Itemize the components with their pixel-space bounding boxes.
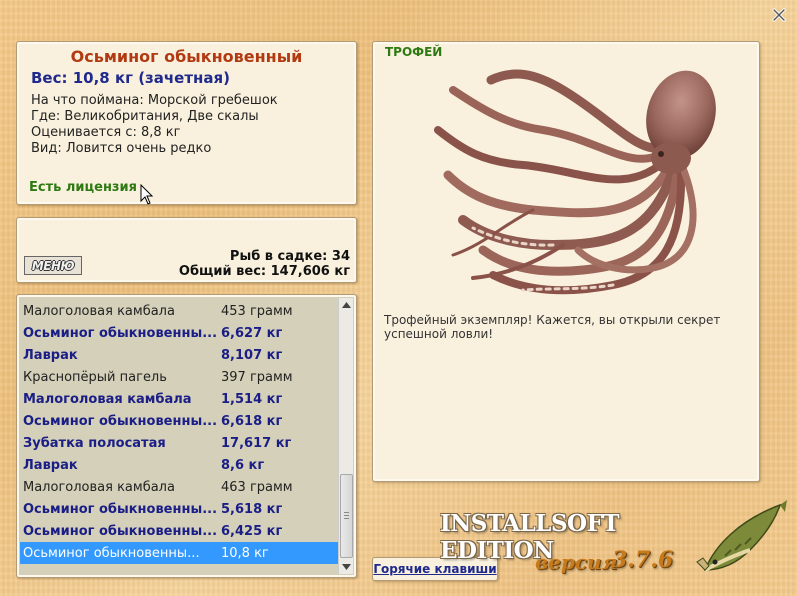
license-status[interactable]: Есть лицензия	[29, 180, 137, 195]
total-weight: Общий вес: 147,606 кг	[178, 264, 350, 279]
catch-fish-name: Малоголовая камбала	[23, 391, 192, 407]
scroll-up-button[interactable]	[339, 298, 354, 312]
mouse-cursor-icon	[140, 184, 154, 205]
location-info: Где: Великобритания, Две скалы	[31, 109, 259, 124]
catch-fish-weight: 5,618 кг	[221, 501, 283, 517]
scroll-down-button[interactable]	[339, 560, 354, 574]
catch-fish-weight: 10,8 кг	[221, 545, 269, 561]
catch-fish-weight: 6,425 кг	[221, 523, 283, 539]
fish-title: Осьминог обыкновенный	[70, 47, 303, 66]
catch-fish-name: Малоголовая камбала	[23, 303, 175, 319]
catch-list-row[interactable]: Осьминог обыкновенны... 6,425 кг	[20, 520, 338, 542]
catch-list-row[interactable]: Осьминог обыкновенны... 10,8 кг	[20, 542, 338, 564]
catch-list-row[interactable]: Осьминог обыкновенны... 6,618 кг	[20, 410, 338, 432]
catch-list-row[interactable]: Малоголовая камбала 453 грамм	[20, 300, 338, 322]
trophy-panel: ТРОФЕЙ Трофейный экземпляр! Кажется, вы …	[372, 41, 760, 482]
fish-weight: Вес: 10,8 кг (зачетная)	[31, 69, 231, 87]
catch-fish-weight: 453 грамм	[221, 303, 293, 319]
trophy-message: Трофейный экземпляр! Кажется, вы открыли…	[384, 313, 721, 341]
bait-info: На что поймана: Морской гребешок	[31, 93, 278, 108]
catch-fish-weight: 8,107 кг	[221, 347, 283, 363]
arrow-up-icon	[342, 302, 351, 308]
menu-button[interactable]: МЕНЮ	[24, 256, 82, 275]
valued-from-info: Оценивается с: 8,8 кг	[31, 125, 181, 140]
catch-list[interactable]: Малоголовая камбала 453 грамм Осьминог обы…	[16, 294, 357, 578]
catch-fish-name: Зубатка полосатая	[23, 435, 166, 451]
catch-list-row[interactable]: Зубатка полосатая 17,617 кг	[20, 432, 338, 454]
close-button[interactable]	[768, 4, 790, 26]
catch-list-row[interactable]: Лаврак 8,6 кг	[20, 454, 338, 476]
arrow-down-icon	[342, 564, 351, 570]
catch-fish-name: Осьминог обыкновенны...	[23, 325, 218, 341]
catch-fish-name: Краснопёрый пагель	[23, 369, 167, 385]
version-number: 3.7.6	[612, 547, 674, 573]
version-prefix: версия	[535, 550, 618, 574]
catch-list-row[interactable]: Малоголовая камбала 1,514 кг	[20, 388, 338, 410]
catch-fish-weight: 6,618 кг	[221, 413, 283, 429]
catch-list-row[interactable]: Малоголовая камбала 463 грамм	[20, 476, 338, 498]
catch-fish-weight: 8,6 кг	[221, 457, 265, 473]
close-icon	[772, 8, 786, 22]
catch-stats-panel: МЕНЮ Рыб в садке: 34 Общий вес: 147,606 …	[16, 217, 357, 283]
catch-fish-name: Осьминог обыкновенны...	[23, 413, 218, 429]
catch-fish-weight: 397 грамм	[221, 369, 293, 385]
catch-fish-name: Осьминог обыкновенны...	[23, 501, 218, 517]
catch-list-rows: Малоголовая камбала 453 грамм Осьминог обы…	[20, 300, 338, 564]
catch-fish-name: Лаврак	[23, 457, 78, 473]
catch-list-row[interactable]: Осьминог обыкновенны... 6,627 кг	[20, 322, 338, 344]
catch-fish-name: Лаврак	[23, 347, 78, 363]
catch-list-row[interactable]: Осьминог обыкновенны... 5,618 кг	[20, 498, 338, 520]
pike-fish-icon	[696, 500, 787, 572]
scroll-thumb[interactable]	[340, 474, 353, 558]
list-scrollbar[interactable]	[338, 298, 353, 574]
catch-fish-weight: 17,617 кг	[221, 435, 292, 451]
catch-fish-weight: 1,514 кг	[221, 391, 283, 407]
catch-fish-weight: 6,627 кг	[221, 325, 283, 341]
fish-info-panel: Осьминог обыкновенный Вес: 10,8 кг (заче…	[16, 41, 357, 205]
catch-fish-name: Осьминог обыкновенны...	[23, 523, 218, 539]
catch-list-row[interactable]: Краснопёрый пагель 397 грамм	[20, 366, 338, 388]
catch-fish-name: Малоголовая камбала	[23, 479, 175, 495]
octopus-image	[434, 69, 716, 295]
catch-fish-weight: 463 грамм	[221, 479, 293, 495]
catch-fish-name: Осьминог обыкновенны...	[23, 545, 200, 561]
fish-count: Рыб в садке: 34	[229, 249, 350, 264]
rarity-info: Вид: Ловится очень редко	[31, 141, 212, 156]
catch-list-row[interactable]: Лаврак 8,107 кг	[20, 344, 338, 366]
